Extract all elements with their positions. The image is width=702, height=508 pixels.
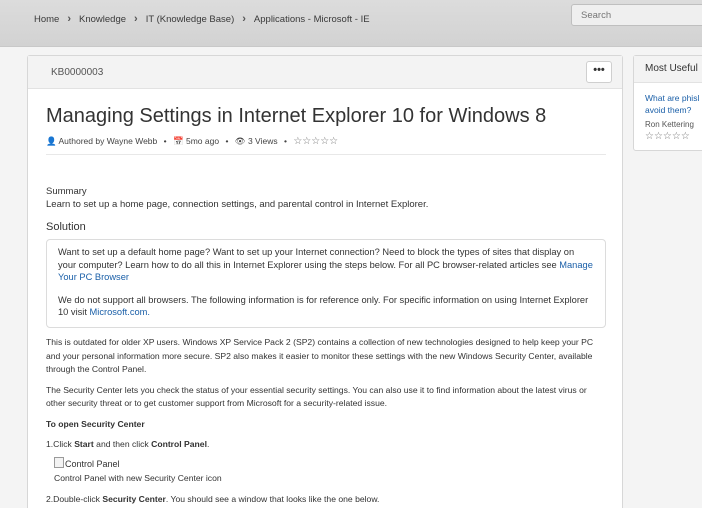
body-paragraph-1: This is outdated for older XP users. Win… [46, 337, 594, 374]
article-author: Authored by Wayne Webb [58, 136, 158, 146]
user-icon: 👤 [46, 136, 57, 146]
image-caption: Control Panel with new Security Center i… [54, 473, 222, 483]
article-header: KB0000003 ••• [28, 56, 622, 89]
solution-paragraph-1: Want to set up a default home page? Want… [58, 247, 593, 282]
search-input[interactable] [571, 4, 702, 26]
chevron-right-icon: › [67, 13, 72, 25]
control-panel-image: Control Panel [54, 457, 120, 472]
microsoft-com-link[interactable]: Microsoft.com. [90, 307, 150, 317]
most-useful-item-rating: ☆☆☆☆☆ [645, 131, 690, 142]
top-bar: Home › Knowledge › IT (Knowledge Base) › Appli… [0, 0, 702, 47]
article-number: KB0000003 [51, 67, 104, 78]
most-useful-panel: Most Useful What are phisl avoid them? R… [633, 55, 702, 151]
summary-label: Summary [46, 186, 87, 197]
article-meta: 👤 Authored by Wayne Webb • 📅 5mo ago • 👁… [46, 136, 339, 147]
article-body: This is outdated for older XP users. Win… [46, 336, 608, 508]
breadcrumb-applications-ie[interactable]: Applications - Microsoft - IE [254, 14, 370, 25]
control-panel-figure: Control Panel Control Panel with new Sec… [54, 457, 608, 486]
divider [46, 154, 606, 155]
section-heading: To open Security Center [46, 418, 145, 429]
breadcrumb-it-knowledge-base[interactable]: IT (Knowledge Base) [146, 14, 235, 25]
rating-stars[interactable]: ☆☆☆☆☆ [293, 136, 338, 147]
eye-icon: 👁 [234, 136, 246, 146]
solution-label: Solution [46, 221, 86, 233]
most-useful-item-link[interactable]: What are phisl avoid them? [645, 92, 699, 116]
summary-text: Learn to set up a home page, connection … [46, 199, 429, 210]
step-1: 1.Click Start and then click Control Pan… [46, 439, 210, 449]
breadcrumb: Home › Knowledge › IT (Knowledge Base) › Appli… [34, 13, 370, 25]
body-paragraph-2: The Security Center lets you check the s… [46, 384, 587, 409]
most-useful-title: Most Useful [634, 56, 702, 83]
solution-box: Want to set up a default home page? Want… [46, 239, 606, 328]
solution-paragraph-2: We do not support all browsers. The foll… [58, 294, 589, 318]
article-views: 3 Views [247, 136, 278, 146]
chevron-right-icon: › [134, 13, 138, 25]
breadcrumb-knowledge[interactable]: Knowledge [79, 14, 126, 25]
more-actions-button[interactable]: ••• [586, 61, 612, 83]
most-useful-item-author: Ron Kettering [645, 120, 694, 129]
chevron-right-icon: › [242, 13, 246, 25]
breadcrumb-home[interactable]: Home [34, 14, 59, 25]
step-2: 2.Double-click Security Center. You shou… [46, 493, 380, 504]
article-age: 5mo ago [185, 136, 220, 146]
article-title: Managing Settings in Internet Explorer 1… [46, 105, 547, 127]
article-card: KB0000003 ••• Managing Settings in Inter… [27, 55, 623, 508]
calendar-icon: 📅 [173, 136, 184, 146]
